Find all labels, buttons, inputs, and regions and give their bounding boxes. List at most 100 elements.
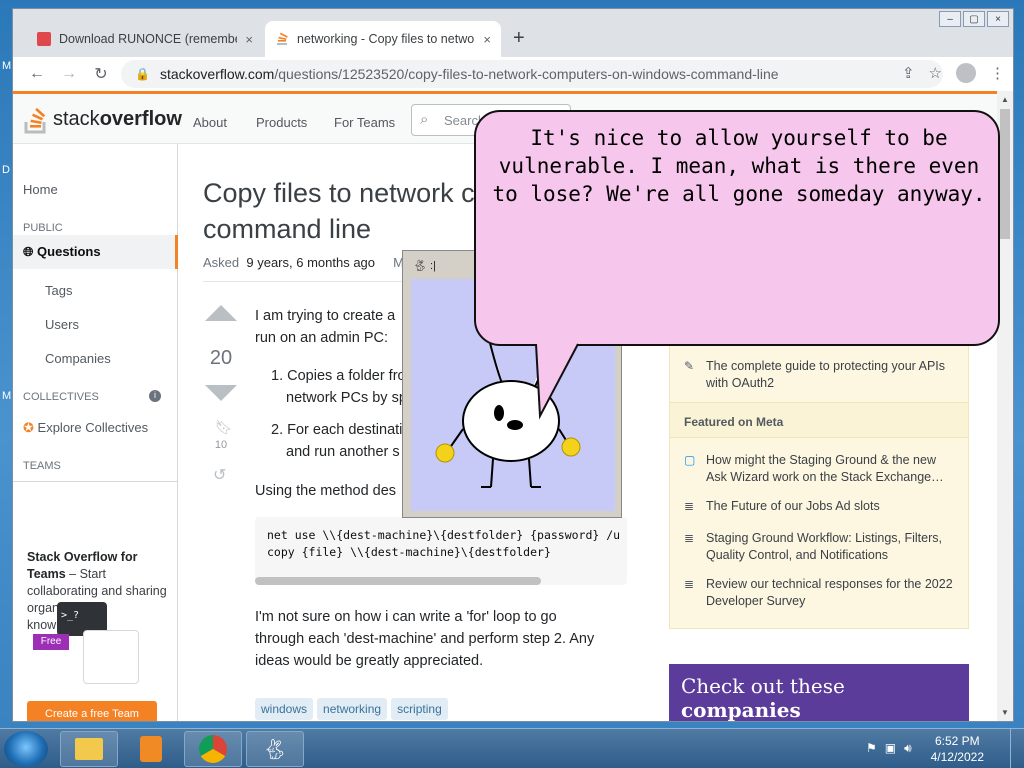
asked-value[interactable]: 9 years, 6 months ago	[246, 255, 375, 270]
close-tab-icon[interactable]: ×	[245, 32, 253, 47]
code-block[interactable]: net use \\{dest-machine}\{destfolder} {p…	[255, 517, 627, 585]
profile-avatar[interactable]	[956, 63, 976, 83]
info-icon[interactable]: i	[149, 390, 161, 402]
stackoverflow-logo-icon	[24, 107, 46, 134]
downvote-arrow-icon[interactable]	[205, 385, 237, 401]
meta-item[interactable]: ▢ How might the Staging Ground & the new…	[684, 452, 954, 486]
clock-time: 6:52 PM	[934, 734, 980, 748]
p3-line1: I'm not sure on how i can write a 'for' …	[255, 609, 557, 625]
questions-label: Questions	[37, 244, 101, 259]
tag-networking[interactable]: networking	[317, 698, 388, 720]
taskbar-chrome[interactable]	[184, 731, 242, 767]
sidebar-item-home[interactable]: Home	[23, 182, 58, 197]
tab-runonce[interactable]: Download RUNONCE (remembe… ×	[27, 21, 263, 57]
tab-bar: Download RUNONCE (remembe… × networking …	[13, 9, 1013, 57]
bookmark-star-icon[interactable]: ☆	[929, 64, 942, 82]
back-arrow-icon[interactable]: ←	[21, 65, 53, 83]
sidebar-item-explore-collectives[interactable]: ✪ Explore Collectives	[23, 420, 148, 436]
url-path: /questions/12523520/copy-files-to-networ…	[274, 66, 779, 82]
blog-item-label: The complete guide to protecting your AP…	[706, 359, 946, 390]
question-title-line2: command line	[203, 214, 372, 244]
speech-bubble[interactable]: It's nice to allow yourself to be vulner…	[474, 110, 1000, 346]
search-icon: ⌕	[420, 111, 429, 128]
sidebar-blog-item[interactable]: ✎ The complete guide to protecting your …	[684, 358, 954, 392]
desktop-icon-edge[interactable]: M	[2, 60, 11, 72]
code-line-2: copy {file} \\{dest-machine}\{destfolder…	[267, 545, 551, 559]
meta-item[interactable]: ≣ Review our technical responses for the…	[684, 576, 954, 610]
vote-score: 20	[209, 347, 233, 369]
sidebar-item-questions[interactable]: 🌐︎ Questions	[23, 244, 101, 260]
window-controls: – ▢ ×	[939, 11, 1009, 27]
show-desktop-button[interactable]	[1010, 729, 1024, 768]
nav-for-teams[interactable]: For Teams	[334, 115, 395, 130]
desktop-icon-edge[interactable]: D	[2, 164, 10, 176]
logo-text-light: stack	[53, 107, 100, 130]
share-icon[interactable]: ⇪	[902, 64, 915, 82]
collectives-star-icon: ✪	[23, 420, 34, 435]
maximize-button[interactable]: ▢	[963, 11, 985, 27]
li2-line1: 2. For each destinati	[271, 422, 403, 438]
taskbar-pet[interactable]: 🐇︎	[246, 731, 304, 767]
media-player-icon	[140, 736, 162, 762]
question-paragraph-3: I'm not sure on how i can write a 'for' …	[255, 606, 594, 672]
free-badge: Free	[33, 634, 69, 650]
clock[interactable]: 6:52 PM 4/12/2022	[931, 733, 984, 765]
flag-icon[interactable]: ⚑	[866, 741, 877, 756]
new-tab-button[interactable]: +	[513, 27, 525, 50]
forward-arrow-icon[interactable]: →	[53, 65, 85, 83]
taskbar-explorer[interactable]	[60, 731, 118, 767]
section-public: PUBLIC	[23, 222, 63, 234]
desktop-icon-edge[interactable]: M	[2, 390, 11, 402]
nav-about[interactable]: About	[193, 115, 227, 130]
tag-windows[interactable]: windows	[255, 698, 314, 720]
history-icon[interactable]: ↺	[213, 465, 226, 485]
menu-kebab-icon[interactable]: ⋮	[990, 64, 1005, 82]
tab-networking[interactable]: networking - Copy files to netwo… ×	[265, 21, 501, 57]
meta-item[interactable]: ≣ Staging Ground Workflow: Listings, Fil…	[684, 530, 954, 564]
sidebar-item-companies[interactable]: Companies	[45, 351, 111, 366]
upvote-arrow-icon[interactable]	[205, 305, 237, 321]
volume-icon[interactable]: 🔊︎	[904, 741, 912, 756]
address-bar[interactable]: 🔒 stackoverflow.com/questions/12523520/c…	[121, 60, 943, 88]
bunny-small-icon: 🐇︎	[413, 260, 427, 272]
companies-bold: companies	[681, 698, 801, 721]
scroll-thumb[interactable]	[1000, 109, 1010, 239]
meta-item[interactable]: ≣ The Future of our Jobs Ad slots	[684, 498, 954, 515]
checklist-icon	[83, 630, 139, 684]
tab-title: Download RUNONCE (remembe…	[59, 32, 238, 46]
close-window-button[interactable]: ×	[987, 11, 1009, 27]
sidebar-item-tags[interactable]: Tags	[45, 283, 72, 298]
windows-start-button[interactable]	[4, 731, 48, 767]
so-logo[interactable]: stack overflow	[23, 104, 182, 134]
lock-icon[interactable]: 🔒	[135, 67, 150, 81]
tag-scripting[interactable]: scripting	[391, 698, 448, 720]
minimize-button[interactable]: –	[939, 11, 961, 27]
scroll-down-icon[interactable]: ▼	[1001, 708, 1009, 717]
bookmark-icon[interactable]: 🔖︎	[215, 419, 233, 436]
p1-line2: run on an admin PC:	[255, 330, 388, 346]
nav-products[interactable]: Products	[256, 115, 307, 130]
meta-item-label: How might the Staging Ground & the new A…	[706, 453, 944, 484]
pet-window-title: 🐇︎ :|	[413, 259, 436, 272]
sidebar-item-users[interactable]: Users	[45, 317, 79, 332]
stackoverflow-favicon-icon	[277, 32, 288, 45]
folder-icon	[75, 738, 103, 760]
meta-item-label: The Future of our Jobs Ad slots	[706, 499, 880, 513]
pet-title-text: :|	[430, 260, 436, 272]
companies-banner[interactable]: Check out these companies	[669, 664, 969, 721]
close-tab-icon[interactable]: ×	[483, 32, 491, 47]
bunny-taskbar-icon: 🐇︎	[262, 738, 288, 761]
scroll-up-icon[interactable]: ▲	[1001, 95, 1009, 104]
taskbar-media-player[interactable]	[122, 731, 180, 767]
network-icon[interactable]: ▣	[885, 741, 896, 756]
speech-bubble-tail-icon	[535, 342, 579, 420]
question-title[interactable]: Copy files to network c command line	[203, 175, 493, 247]
asked-label: Asked	[203, 255, 240, 270]
reload-icon[interactable]: ↻	[85, 64, 117, 84]
create-free-team-button[interactable]: Create a free Team	[27, 701, 157, 721]
code-scrollbar[interactable]	[255, 577, 541, 585]
left-sidebar: Home PUBLIC 🌐︎ Questions Tags Users Comp…	[13, 144, 178, 721]
list-item: 2. For each destinati and run another s	[271, 419, 402, 463]
chrome-icon	[199, 735, 227, 763]
globe-icon: 🌐︎	[23, 244, 34, 259]
